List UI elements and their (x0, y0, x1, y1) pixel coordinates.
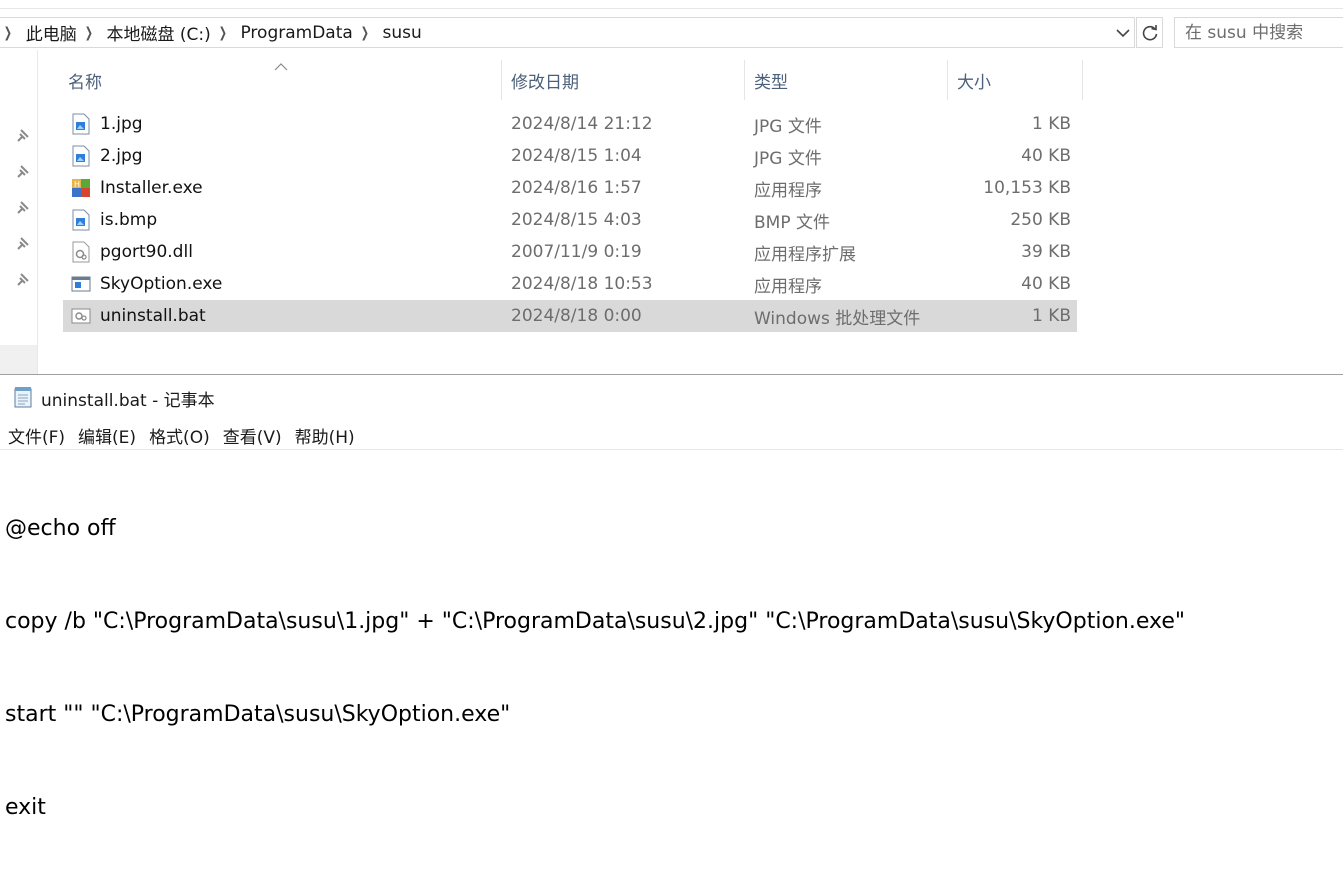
chevron-right-icon[interactable]: ❯ (219, 25, 227, 41)
file-date: 2024/8/15 4:03 (511, 210, 642, 230)
file-row[interactable]: H Installer.exe 2024/8/16 1:57 应用程序 10,1… (63, 172, 1077, 204)
address-history-dropdown[interactable] (1112, 20, 1134, 46)
refresh-button[interactable] (1136, 17, 1163, 48)
file-row[interactable]: is.bmp 2024/8/15 4:03 BMP 文件 250 KB (63, 204, 1077, 236)
pin-icon[interactable] (15, 272, 31, 288)
chevron-right-icon[interactable]: ❯ (84, 25, 92, 41)
file-date: 2024/8/16 1:57 (511, 178, 642, 198)
file-name: is.bmp (100, 210, 158, 230)
image-file-icon (72, 113, 90, 135)
column-divider[interactable] (947, 60, 948, 100)
column-divider[interactable] (501, 60, 502, 100)
nav-pane-lower-area (0, 345, 37, 374)
file-type: 应用程序扩展 (754, 244, 856, 265)
search-box[interactable] (1174, 17, 1343, 48)
file-list: 1.jpg 2024/8/14 21:12 JPG 文件 1 KB 2.jpg … (63, 108, 1077, 332)
pin-icon[interactable] (15, 236, 31, 252)
file-type: JPG 文件 (754, 116, 822, 137)
file-date: 2024/8/18 0:00 (511, 306, 642, 326)
exe-window-icon (71, 276, 91, 292)
svg-text:H: H (74, 180, 80, 189)
column-header-size[interactable]: 大小 (957, 60, 1081, 100)
pane-divider[interactable] (37, 50, 38, 374)
pin-icon[interactable] (15, 164, 31, 180)
file-type: 应用程序 (754, 180, 822, 201)
pin-icon[interactable] (15, 128, 31, 144)
breadcrumb-this-pc[interactable]: 此电脑 (26, 20, 77, 45)
file-row[interactable]: 2.jpg 2024/8/15 1:04 JPG 文件 40 KB (63, 140, 1077, 172)
notepad-title-bar[interactable]: uninstall.bat - 记事本 (0, 375, 1343, 419)
column-divider[interactable] (1082, 60, 1083, 100)
column-header-date[interactable]: 修改日期 (511, 60, 743, 100)
file-type: Windows 批处理文件 (754, 308, 921, 329)
text-line[interactable]: start "" "C:\ProgramData\susu\SkyOption.… (5, 699, 1185, 730)
menu-format[interactable]: 格式(O) (141, 423, 218, 448)
breadcrumb-programdata[interactable]: ProgramData (240, 23, 352, 43)
top-divider (0, 8, 1343, 9)
notepad-title: uninstall.bat - 记事本 (41, 391, 215, 411)
dll-file-icon (72, 241, 90, 263)
file-row[interactable]: pgort90.dll 2007/11/9 0:19 应用程序扩展 39 KB (63, 236, 1077, 268)
notepad-menu-bar: 文件(F) 编辑(E) 格式(O) 查看(V) 帮助(H) (0, 421, 360, 449)
file-size: 39 KB (1021, 242, 1071, 262)
file-size: 10,153 KB (983, 178, 1071, 198)
file-name: SkyOption.exe (100, 274, 223, 294)
image-file-icon (72, 209, 90, 231)
file-date: 2024/8/15 1:04 (511, 146, 642, 166)
notepad-window: uninstall.bat - 记事本 文件(F) 编辑(E) 格式(O) 查看… (0, 374, 1343, 820)
chevron-right-icon[interactable]: ❯ (4, 25, 12, 41)
image-file-icon (72, 145, 90, 167)
text-line[interactable]: @echo off (5, 513, 1185, 544)
file-type: BMP 文件 (754, 212, 830, 233)
breadcrumb-susu[interactable]: susu (383, 23, 422, 43)
file-size: 1 KB (1031, 306, 1071, 326)
file-date: 2007/11/9 0:19 (511, 242, 642, 262)
menu-view[interactable]: 查看(V) (215, 423, 290, 448)
file-size: 1 KB (1031, 114, 1071, 134)
text-line[interactable]: exit (5, 792, 1185, 823)
search-input[interactable] (1185, 22, 1335, 43)
menu-file[interactable]: 文件(F) (0, 423, 73, 448)
file-name: 2.jpg (100, 146, 143, 166)
file-name: pgort90.dll (100, 242, 193, 262)
file-row[interactable]: SkyOption.exe 2024/8/18 10:53 应用程序 40 KB (63, 268, 1077, 300)
menu-help[interactable]: 帮助(H) (287, 423, 363, 448)
refresh-icon (1142, 24, 1157, 40)
text-line[interactable]: copy /b "C:\ProgramData\susu\1.jpg" + "C… (5, 606, 1185, 637)
installer-icon: H (72, 179, 90, 197)
navigation-pane: 吧 (0, 50, 37, 374)
batch-file-icon (71, 308, 91, 324)
address-bar[interactable]: ❯ 此电脑 ❯ 本地磁盘 (C:) ❯ ProgramData ❯ susu (0, 17, 1135, 48)
file-date: 2024/8/14 21:12 (511, 114, 653, 134)
column-header-name[interactable]: 名称 (68, 60, 500, 100)
file-row[interactable]: 1.jpg 2024/8/14 21:12 JPG 文件 1 KB (63, 108, 1077, 140)
pin-icon[interactable] (15, 200, 31, 216)
notepad-text-area[interactable]: @echo off copy /b "C:\ProgramData\susu\1… (5, 451, 1185, 885)
file-type: JPG 文件 (754, 148, 822, 169)
file-name: Installer.exe (100, 178, 203, 198)
file-size: 40 KB (1021, 274, 1071, 294)
file-name: uninstall.bat (100, 306, 206, 326)
file-size: 250 KB (1010, 210, 1071, 230)
file-explorer-window: ❯ 此电脑 ❯ 本地磁盘 (C:) ❯ ProgramData ❯ susu 吧… (0, 0, 1343, 374)
file-size: 40 KB (1021, 146, 1071, 166)
menu-edit[interactable]: 编辑(E) (70, 423, 144, 448)
column-header-type[interactable]: 类型 (754, 60, 946, 100)
file-type: 应用程序 (754, 276, 822, 297)
chevron-right-icon[interactable]: ❯ (361, 25, 369, 41)
file-name: 1.jpg (100, 114, 143, 134)
column-divider[interactable] (744, 60, 745, 100)
chevron-down-icon (1116, 29, 1130, 38)
notepad-icon (14, 387, 32, 408)
menu-divider (0, 449, 1343, 450)
file-row-selected[interactable]: uninstall.bat 2024/8/18 0:00 Windows 批处理… (63, 300, 1077, 332)
breadcrumb-local-disk[interactable]: 本地磁盘 (C:) (106, 20, 210, 45)
file-date: 2024/8/18 10:53 (511, 274, 653, 294)
